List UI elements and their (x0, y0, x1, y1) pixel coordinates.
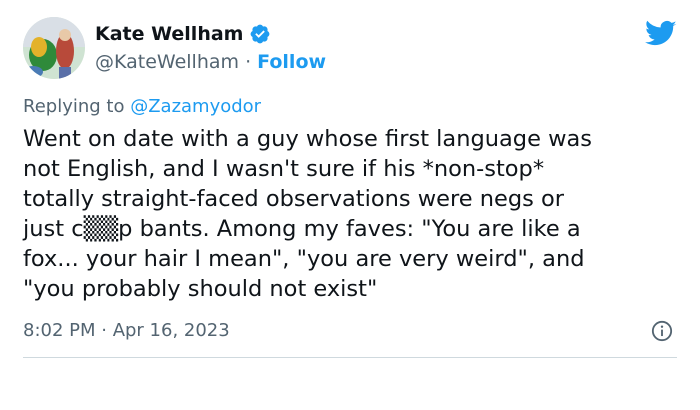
author-handle-row: @KateWellham · Follow (95, 50, 326, 74)
handle-separator: · (239, 51, 258, 73)
verified-badge-icon (249, 23, 271, 45)
bottom-divider (23, 357, 677, 358)
tweet-timestamp[interactable]: 8:02 PM · Apr 16, 2023 (23, 320, 230, 342)
info-icon[interactable] (651, 320, 673, 346)
replying-to-prefix: Replying to (23, 96, 131, 117)
author-display-name[interactable]: Kate Wellham (95, 22, 243, 46)
follow-button[interactable]: Follow (257, 51, 326, 73)
tweet-text: Went on date with a guy whose first lang… (23, 126, 592, 302)
reply-mention-link[interactable]: @Zazamyodor (130, 96, 261, 117)
tweet-card: Kate Wellham @KateWellham · Follow Reply… (0, 0, 700, 410)
author-handle[interactable]: @KateWellham (95, 51, 239, 73)
replying-to-line: Replying to @Zazamyodor (23, 96, 261, 118)
twitter-bird-icon[interactable] (645, 20, 677, 52)
avatar[interactable] (23, 17, 85, 79)
author-name-row: Kate Wellham (95, 22, 271, 46)
